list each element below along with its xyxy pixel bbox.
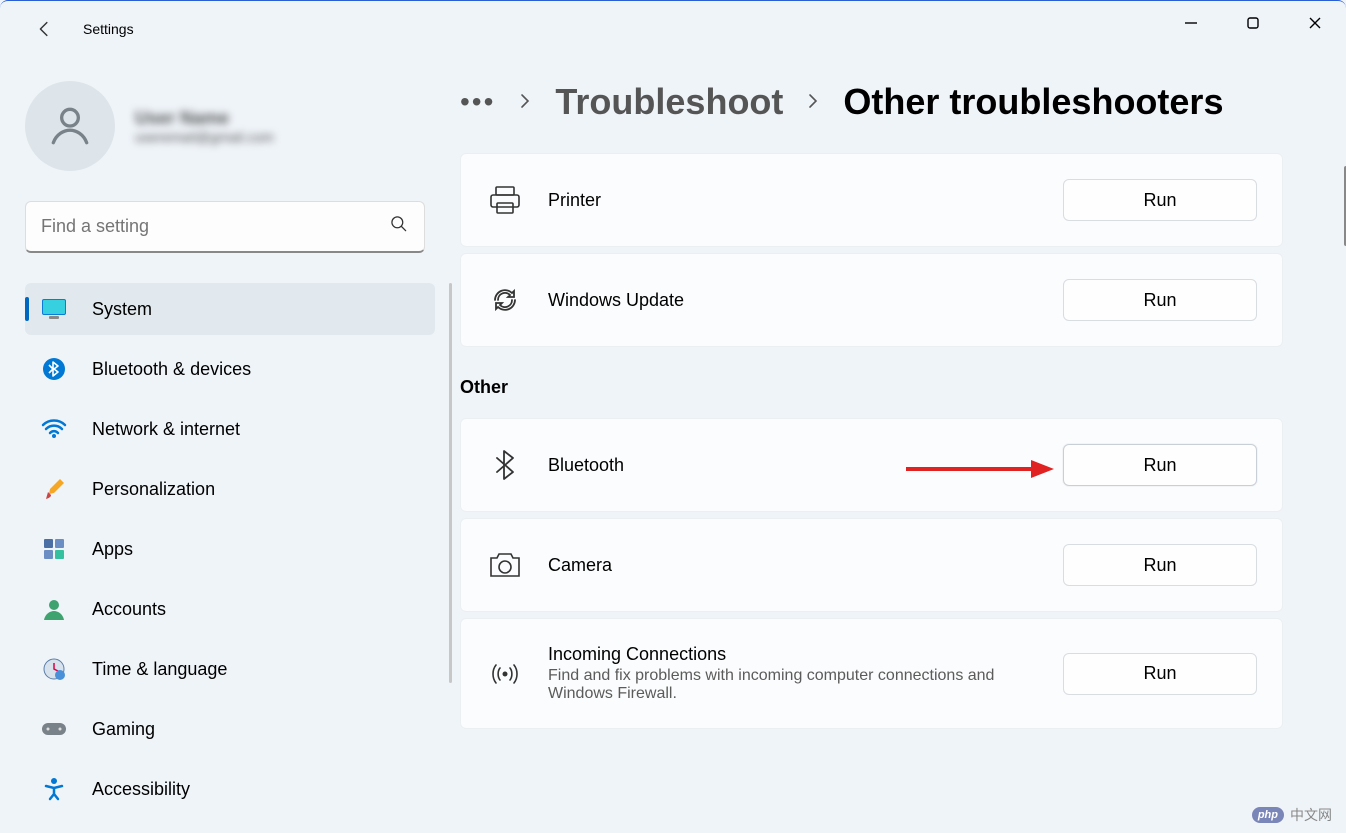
sidebar-item-apps[interactable]: Apps (25, 523, 435, 575)
troubleshooter-printer: Printer Run (460, 153, 1283, 247)
card-title: Camera (548, 555, 1063, 576)
chevron-right-icon (517, 89, 533, 115)
minimize-button[interactable] (1160, 1, 1222, 45)
card-title: Printer (548, 190, 1063, 211)
sidebar-item-label: Time & language (92, 659, 227, 680)
window-controls (1160, 1, 1346, 45)
back-button[interactable] (25, 9, 65, 49)
breadcrumb-ellipsis[interactable]: ••• (460, 86, 495, 118)
sidebar-item-system[interactable]: System (25, 283, 435, 335)
chevron-right-icon (805, 89, 821, 115)
sidebar-item-personalization[interactable]: Personalization (25, 463, 435, 515)
troubleshooter-windows-update: Windows Update Run (460, 253, 1283, 347)
breadcrumb-current: Other troubleshooters (843, 81, 1223, 123)
search-icon (389, 214, 409, 239)
breadcrumb-link[interactable]: Troubleshoot (555, 81, 783, 123)
maximize-button[interactable] (1222, 1, 1284, 45)
sidebar-item-label: Network & internet (92, 419, 240, 440)
accessibility-icon (41, 776, 67, 802)
sidebar-item-accessibility[interactable]: Accessibility (25, 763, 435, 815)
apps-icon (41, 536, 67, 562)
paintbrush-icon (41, 476, 67, 502)
refresh-icon (486, 281, 524, 319)
sidebar: User Name useremail@gmail.com System (0, 56, 460, 833)
clock-icon (41, 656, 67, 682)
sidebar-item-label: Gaming (92, 719, 155, 740)
troubleshooter-bluetooth: Bluetooth Run (460, 418, 1283, 512)
sidebar-item-time[interactable]: Time & language (25, 643, 435, 695)
run-button[interactable]: Run (1063, 544, 1257, 586)
search-input[interactable] (41, 216, 389, 237)
run-button[interactable]: Run (1063, 444, 1257, 486)
run-button[interactable]: Run (1063, 179, 1257, 221)
card-title: Incoming Connections (548, 644, 1063, 665)
wifi-icon (41, 416, 67, 442)
sidebar-item-label: Bluetooth & devices (92, 359, 251, 380)
profile-name: User Name (135, 108, 274, 129)
avatar (25, 81, 115, 171)
run-button[interactable]: Run (1063, 653, 1257, 695)
close-button[interactable] (1284, 1, 1346, 45)
sidebar-item-bluetooth[interactable]: Bluetooth & devices (25, 343, 435, 395)
troubleshooter-camera: Camera Run (460, 518, 1283, 612)
sidebar-item-label: Personalization (92, 479, 215, 500)
profile-block[interactable]: User Name useremail@gmail.com (25, 81, 460, 171)
profile-email: useremail@gmail.com (135, 129, 274, 145)
search-box[interactable] (25, 201, 425, 253)
app-title: Settings (83, 21, 134, 37)
sidebar-item-label: Accounts (92, 599, 166, 620)
watermark: php 中文网 (1252, 805, 1332, 825)
watermark-text: 中文网 (1290, 805, 1332, 825)
main-content: ••• Troubleshoot Other troubleshooters P… (460, 56, 1346, 833)
card-title: Windows Update (548, 290, 1063, 311)
sidebar-item-label: System (92, 299, 152, 320)
printer-icon (486, 181, 524, 219)
card-subtitle: Find and fix problems with incoming comp… (548, 667, 1048, 703)
section-other-label: Other (460, 377, 1336, 398)
sidebar-item-label: Accessibility (92, 779, 190, 800)
breadcrumb: ••• Troubleshoot Other troubleshooters (460, 81, 1336, 123)
sidebar-item-gaming[interactable]: Gaming (25, 703, 435, 755)
profile-text: User Name useremail@gmail.com (135, 108, 274, 145)
troubleshooter-incoming-connections: Incoming Connections Find and fix proble… (460, 618, 1283, 729)
sidebar-item-label: Apps (92, 539, 133, 560)
account-icon (41, 596, 67, 622)
camera-icon (486, 546, 524, 584)
titlebar: Settings (0, 1, 1346, 56)
gaming-icon (41, 716, 67, 742)
sidebar-scrollbar[interactable] (449, 283, 452, 683)
bluetooth-icon (41, 356, 67, 382)
bluetooth-outline-icon (486, 446, 524, 484)
sidebar-item-network[interactable]: Network & internet (25, 403, 435, 455)
sidebar-nav: System Bluetooth & devices Network & int… (25, 283, 460, 803)
annotation-arrow-icon (906, 457, 1056, 481)
sidebar-item-accounts[interactable]: Accounts (25, 583, 435, 635)
php-logo-icon: php (1252, 807, 1284, 823)
run-button[interactable]: Run (1063, 279, 1257, 321)
monitor-icon (41, 296, 67, 322)
antenna-icon (486, 655, 524, 693)
